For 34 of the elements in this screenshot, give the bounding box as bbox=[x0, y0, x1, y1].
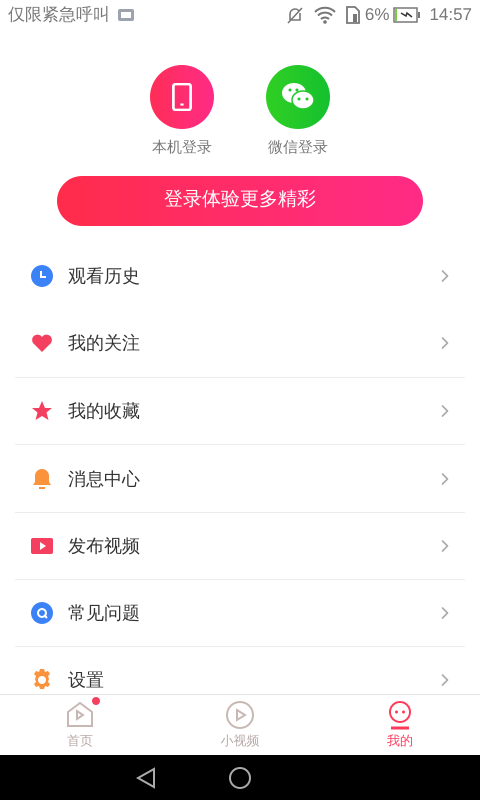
menu-label: 我的收藏 bbox=[68, 401, 141, 422]
menu-row[interactable]: 发布视频 bbox=[15, 512, 465, 579]
login-option-label: 本机登录 bbox=[152, 138, 212, 158]
tab-label: 首页 bbox=[67, 732, 93, 750]
battery-charging-icon bbox=[393, 7, 422, 23]
carrier-text: 仅限紧急呼叫 bbox=[8, 4, 110, 26]
question-icon bbox=[30, 601, 54, 626]
back-icon[interactable] bbox=[134, 766, 158, 790]
menu-row[interactable]: 常见问题 bbox=[15, 578, 465, 646]
menu-label: 发布视频 bbox=[68, 536, 141, 556]
menu-label: 设置 bbox=[68, 670, 105, 690]
sim-icon bbox=[344, 5, 361, 25]
image-notification-icon bbox=[118, 9, 134, 21]
wifi-icon bbox=[312, 5, 337, 25]
menu-label: 我的关注 bbox=[68, 333, 141, 354]
tablet-icon bbox=[170, 83, 194, 111]
home-icon[interactable] bbox=[228, 766, 252, 790]
menu-row[interactable]: 消息中心 bbox=[15, 444, 465, 512]
clock-time: 14:57 bbox=[429, 4, 472, 26]
play-circle-icon bbox=[224, 699, 256, 732]
mute-icon bbox=[284, 5, 305, 25]
menu-label: 观看历史 bbox=[68, 266, 141, 286]
menu-row[interactable]: 我的关注 bbox=[15, 310, 465, 378]
menu-label: 消息中心 bbox=[68, 468, 141, 489]
clock-icon bbox=[30, 264, 54, 288]
battery-percent: 6% bbox=[364, 4, 390, 26]
menu-row[interactable]: 观看历史 bbox=[15, 242, 465, 310]
tab-label: 小视频 bbox=[220, 732, 260, 750]
tab-label: 我的 bbox=[387, 732, 413, 750]
login-button[interactable]: 登录体验更多精彩 bbox=[57, 176, 423, 226]
menu-row[interactable]: 我的收藏 bbox=[15, 377, 465, 444]
menu-label: 常见问题 bbox=[68, 603, 141, 624]
bell-icon bbox=[30, 466, 54, 491]
login-option-label: 微信登录 bbox=[268, 138, 328, 158]
